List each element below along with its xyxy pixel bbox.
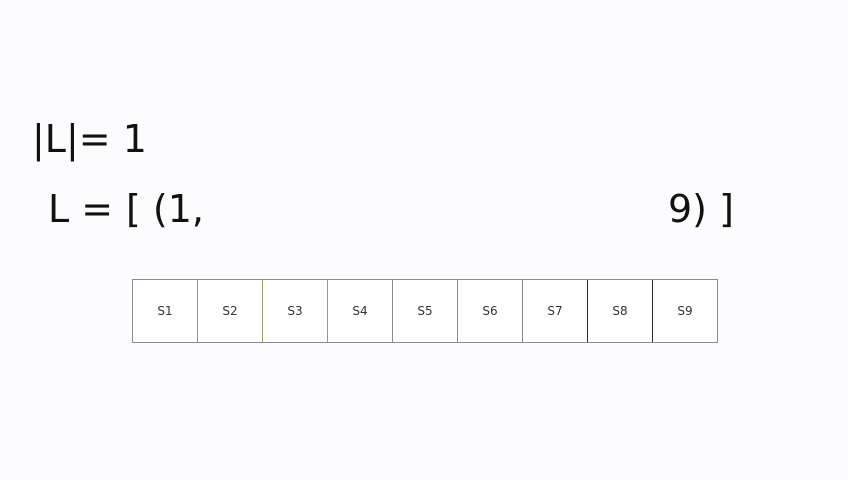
list-open-tuple: [ (1, <box>126 187 204 231</box>
segment-cell: S4 <box>328 280 393 342</box>
segment-cell: S8 <box>588 280 653 342</box>
segment-cell: S5 <box>393 280 458 342</box>
list-close-tuple: 9) ] <box>668 187 734 231</box>
segment-row: S1 S2 S3 S4 S5 S6 S7 S8 S9 <box>132 279 718 343</box>
segment-cell: S2 <box>198 280 263 342</box>
segment-cell: S9 <box>653 280 718 342</box>
segment-cell: S7 <box>523 280 588 342</box>
segment-cell: S3 <box>263 280 328 342</box>
list-size-expression: |L|= 1 <box>32 117 147 161</box>
list-label: L = <box>48 187 114 231</box>
segment-cell: S1 <box>133 280 198 342</box>
segment-cell: S6 <box>458 280 523 342</box>
